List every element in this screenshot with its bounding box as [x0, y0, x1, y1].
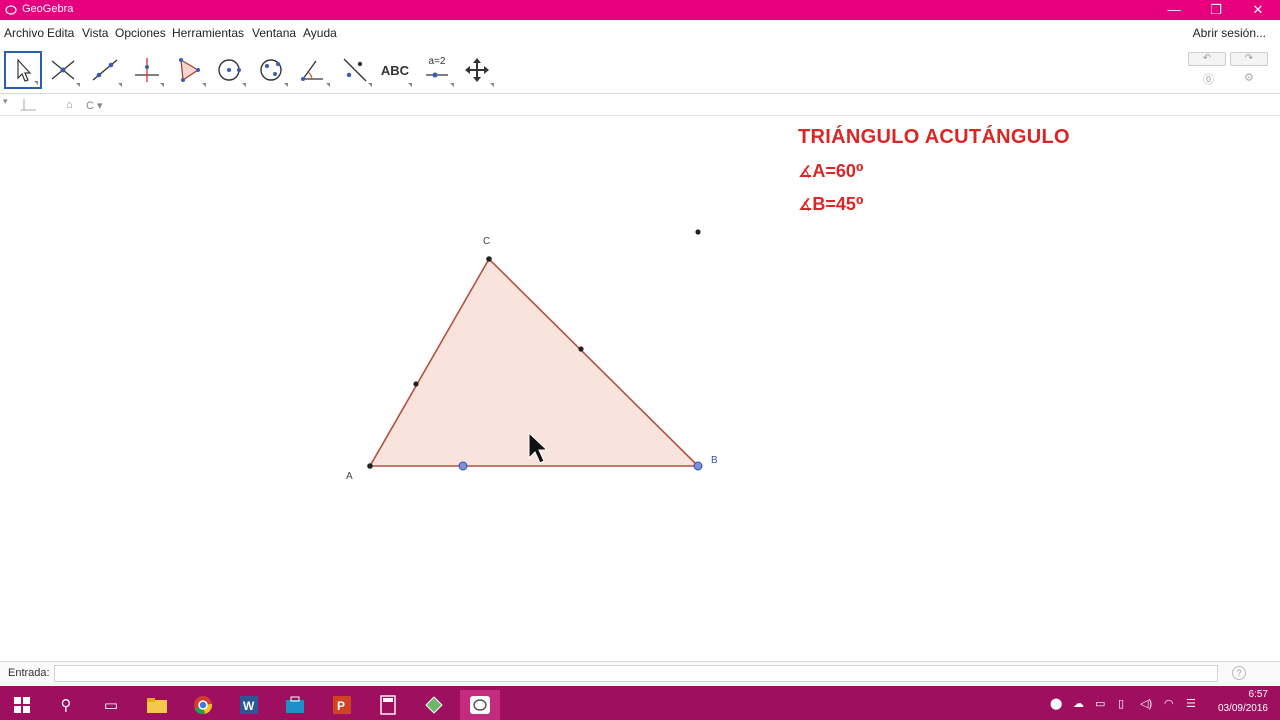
- menu-bar: Archivo Edita Vista Opciones Herramienta…: [0, 22, 1280, 44]
- angle-icon: [301, 60, 323, 81]
- angle-b-text: ∡B=45⁰: [798, 194, 1070, 215]
- angle-symbol-icon: ∡: [798, 197, 813, 214]
- redo-button[interactable]: ↷: [1230, 52, 1268, 66]
- app-icon[interactable]: [414, 690, 454, 720]
- minimize-button[interactable]: —: [1152, 0, 1196, 20]
- midpoint-ab[interactable]: [458, 461, 468, 471]
- clock[interactable]: 6:57 03/09/2016: [1218, 688, 1268, 716]
- help-icon[interactable]: ⓪: [1203, 71, 1214, 87]
- angle-a-text: ∡A=60⁰: [798, 161, 1070, 182]
- gear-icon[interactable]: ⚙: [1244, 71, 1254, 84]
- graphics-view-header: ▾ ⌂ C ▾: [0, 96, 1280, 116]
- clock-date: 03/09/2016: [1217, 703, 1268, 714]
- info-title: TRIÁNGULO ACUTÁNGULO: [798, 126, 1070, 148]
- undo-button[interactable]: ↶: [1188, 52, 1226, 66]
- reflect-line-icon: [343, 58, 367, 82]
- input-label: Entrada:: [8, 667, 50, 679]
- triangle-abc[interactable]: [368, 257, 700, 467]
- geogebra-taskbar-icon[interactable]: [460, 690, 500, 720]
- menu-archivo[interactable]: Archivo: [4, 26, 44, 40]
- clock-time: 6:57: [1248, 689, 1268, 700]
- point-a[interactable]: [367, 463, 373, 469]
- polygon-icon: [179, 58, 200, 82]
- notifications-icon[interactable]: ☰: [1186, 697, 1196, 710]
- tray-app-icon[interactable]: ⬤: [1050, 697, 1062, 710]
- tool-text[interactable]: ABC: [376, 51, 414, 89]
- tool-move[interactable]: [4, 51, 42, 89]
- toolbar: ABC a=2: [0, 46, 1280, 94]
- midpoint-bc[interactable]: [578, 346, 584, 352]
- text-tool-label: ABC: [380, 62, 410, 78]
- onedrive-icon[interactable]: ▭: [1095, 697, 1105, 710]
- input-bar: Entrada: ?: [0, 661, 1280, 685]
- windows-start-icon[interactable]: [2, 690, 42, 720]
- tool-line[interactable]: [86, 51, 124, 89]
- label-b: B: [711, 455, 718, 466]
- geogebra-app-icon: [5, 5, 17, 15]
- svg-text:P: P: [337, 699, 345, 713]
- menu-herramientas[interactable]: Herramientas: [172, 26, 244, 40]
- chrome-icon[interactable]: [183, 690, 223, 720]
- tool-circle[interactable]: [210, 51, 248, 89]
- menu-edita[interactable]: Edita: [47, 26, 74, 40]
- slider-tool-label: a=2: [428, 56, 446, 67]
- info-text-block[interactable]: TRIÁNGULO ACUTÁNGULO ∡A=60⁰ ∡B=45⁰: [798, 126, 1070, 215]
- volume-icon[interactable]: ◁): [1140, 697, 1152, 710]
- perpendicular-line-icon: [135, 58, 159, 82]
- title-bar: GeoGebra — ❐ ✕: [0, 0, 1280, 20]
- sign-in-link[interactable]: Abrir sesión...: [1193, 26, 1266, 40]
- calculator-icon[interactable]: [368, 690, 408, 720]
- taskbar: ⚲ ▭ W P ⬤ ☁ ▭ ▯ ◁) ◠ ☰ 6:57 03/09/2016: [0, 686, 1280, 720]
- task-view-icon[interactable]: ▭: [91, 690, 131, 720]
- angle-a-value: A=60⁰: [812, 161, 864, 181]
- angle-symbol-icon: ∡: [798, 164, 813, 181]
- home-icon[interactable]: ⌂: [66, 99, 73, 111]
- menu-ventana[interactable]: Ventana: [252, 26, 296, 40]
- collapse-triangle-icon[interactable]: ▾: [3, 96, 8, 107]
- free-point[interactable]: [695, 229, 701, 235]
- battery-icon[interactable]: ▯: [1118, 697, 1124, 710]
- tool-slider[interactable]: a=2: [418, 51, 456, 89]
- tool-polygon[interactable]: [170, 51, 208, 89]
- menu-ayuda[interactable]: Ayuda: [303, 26, 337, 40]
- store-icon[interactable]: [275, 690, 315, 720]
- construction-canvas[interactable]: A B C: [0, 117, 1280, 660]
- label-a: A: [346, 471, 353, 482]
- input-help-icon[interactable]: ?: [1232, 666, 1246, 680]
- wifi-icon[interactable]: ◠: [1164, 697, 1174, 710]
- tool-conic[interactable]: [252, 51, 290, 89]
- close-button[interactable]: ✕: [1236, 0, 1280, 20]
- move-arrows-icon: [465, 58, 489, 82]
- powerpoint-icon[interactable]: P: [322, 690, 362, 720]
- tool-perpendicular[interactable]: [128, 51, 166, 89]
- input-field[interactable]: [54, 665, 1218, 682]
- ellipse-icon: [260, 59, 282, 81]
- svg-text:W: W: [243, 699, 255, 713]
- word-icon[interactable]: W: [229, 690, 269, 720]
- line-icon: [92, 59, 118, 81]
- style-bar-menu[interactable]: C ▾: [86, 99, 103, 112]
- window-title: GeoGebra: [22, 3, 74, 15]
- search-icon[interactable]: ⚲: [46, 690, 86, 720]
- axes-toggle-icon[interactable]: [20, 99, 36, 114]
- midpoint-ac[interactable]: [413, 381, 419, 387]
- tool-point[interactable]: [44, 51, 82, 89]
- maximize-button[interactable]: ❐: [1194, 0, 1238, 20]
- label-c: C: [483, 236, 490, 247]
- circle-icon: [218, 59, 241, 81]
- tool-reflect[interactable]: [336, 51, 374, 89]
- point-c[interactable]: [486, 256, 492, 262]
- graphics-view[interactable]: A B C TRIÁNGULO ACUTÁNGULO ∡A=60⁰ ∡B=45⁰: [0, 117, 1280, 660]
- tool-move-graphics[interactable]: [458, 51, 496, 89]
- tool-angle[interactable]: [294, 51, 332, 89]
- menu-vista[interactable]: Vista: [82, 26, 108, 40]
- cloud-icon[interactable]: ☁: [1073, 697, 1084, 710]
- point-b[interactable]: [693, 461, 703, 471]
- intersect-point-icon: [51, 60, 75, 80]
- angle-b-value: B=45⁰: [812, 194, 864, 214]
- file-explorer-icon[interactable]: [137, 690, 177, 720]
- menu-opciones[interactable]: Opciones: [115, 26, 166, 40]
